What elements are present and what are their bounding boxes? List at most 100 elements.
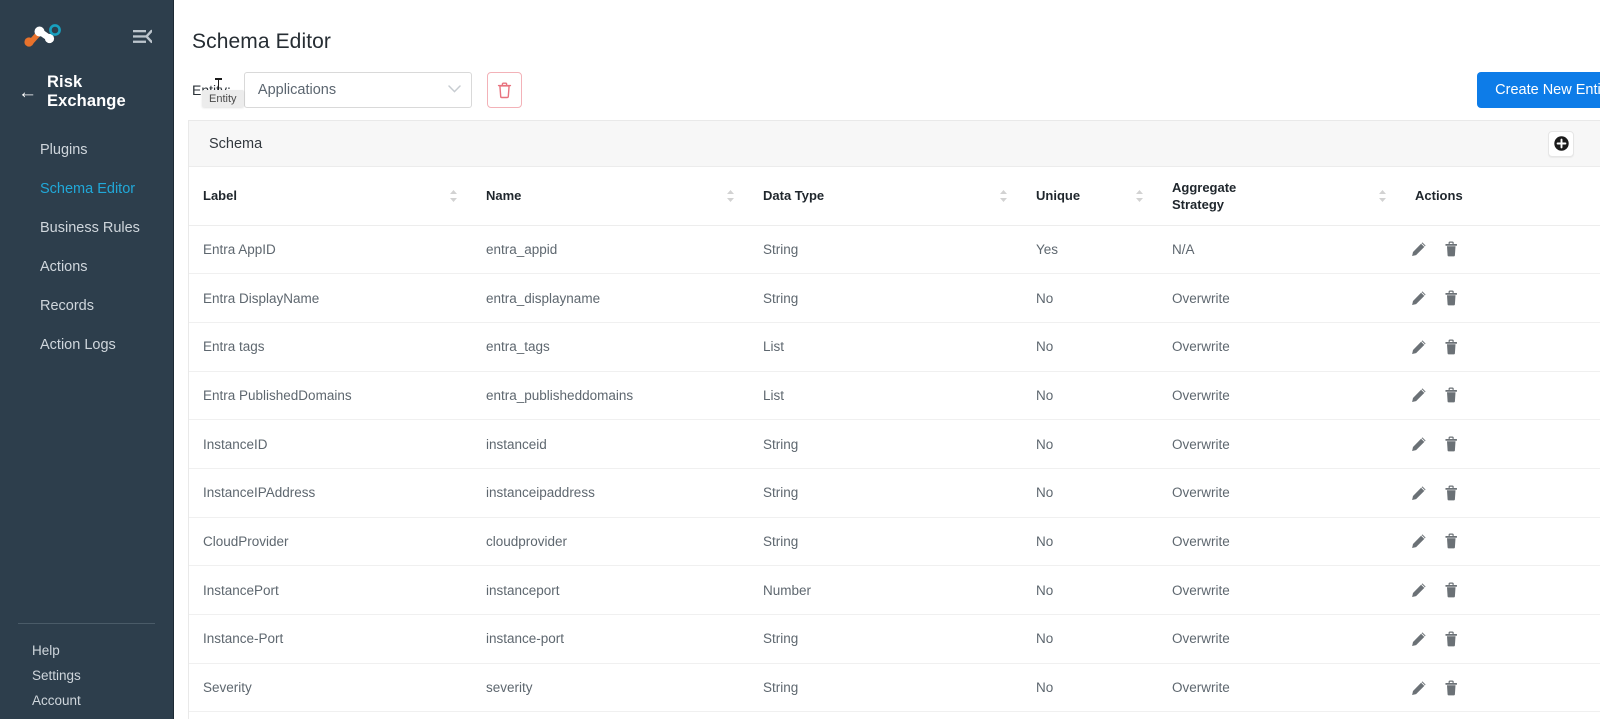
delete-row-button[interactable] <box>1444 631 1459 647</box>
schema-cell-unique: No <box>1022 614 1158 664</box>
main-content: Schema Editor Entity: Applications Ent <box>174 0 1600 719</box>
edit-row-button[interactable] <box>1411 680 1427 696</box>
schema-cell-data-type: String <box>749 419 1022 469</box>
delete-row-button[interactable] <box>1444 436 1459 452</box>
schema-cell-label: Instance-Port <box>189 614 472 664</box>
schema-cell-name: instanceport <box>472 565 749 615</box>
delete-row-button[interactable] <box>1444 387 1459 403</box>
table-row: InstanceID instanceid String No Overwrite <box>189 419 1600 469</box>
delete-row-button[interactable] <box>1444 241 1459 257</box>
schema-cell-actions <box>1401 468 1600 518</box>
sort-icon[interactable] <box>726 189 735 203</box>
sort-icon[interactable] <box>1378 189 1387 203</box>
schema-table-body: Entra AppID entra_appid String Yes N/A Entra … <box>189 225 1600 713</box>
pencil-icon <box>1412 486 1426 500</box>
edit-row-button[interactable] <box>1411 631 1427 647</box>
schema-cell-name: entra_publisheddomains <box>472 371 749 421</box>
pencil-icon <box>1412 534 1426 549</box>
schema-table-head: Label Name Data Type Unique Aggregate St… <box>189 167 1600 226</box>
schema-cell-data-type: String <box>749 273 1022 323</box>
schema-cell-actions <box>1401 565 1600 615</box>
sidebar-item-actions[interactable]: Actions <box>0 247 173 286</box>
sidebar: ← Risk Exchange Plugins Schema Editor Bu… <box>0 0 174 719</box>
schema-cell-aggregate-strategy: Overwrite <box>1158 273 1401 323</box>
column-header-name-text: Name <box>486 188 522 204</box>
schema-cell-unique: No <box>1022 273 1158 323</box>
sidebar-item-action-logs[interactable]: Action Logs <box>0 326 173 365</box>
pencil-icon <box>1412 632 1426 646</box>
trash-icon <box>1445 631 1457 647</box>
trash-icon <box>1445 679 1457 695</box>
schema-cell-actions <box>1401 225 1600 275</box>
sidebar-item-plugins[interactable]: Plugins <box>0 130 173 169</box>
create-new-entity-button[interactable]: Create New Entity <box>1477 72 1600 108</box>
plus-circle-icon <box>1553 136 1569 151</box>
edit-row-button[interactable] <box>1411 241 1427 257</box>
app-logo[interactable] <box>20 23 62 49</box>
column-header-unique-text: Unique <box>1036 188 1081 204</box>
sort-icon[interactable] <box>999 189 1008 203</box>
delete-row-button[interactable] <box>1444 339 1459 355</box>
edit-row-button[interactable] <box>1411 387 1427 403</box>
delete-row-button[interactable] <box>1444 533 1459 549</box>
schema-cell-actions <box>1401 322 1600 372</box>
sidebar-item-account[interactable]: Account <box>0 688 173 713</box>
edit-row-button[interactable] <box>1411 485 1427 501</box>
add-field-button[interactable] <box>1548 130 1574 157</box>
delete-row-button[interactable] <box>1444 582 1459 598</box>
schema-cell-aggregate-strategy: Overwrite <box>1158 371 1401 421</box>
schema-panel-title: Schema <box>209 135 263 152</box>
table-row: Instance-Port instance-port String No Overwr… <box>189 614 1600 664</box>
edit-row-button[interactable] <box>1411 436 1427 452</box>
schema-cell-aggregate-strategy: Overwrite <box>1158 614 1401 664</box>
delete-row-button[interactable] <box>1444 290 1459 306</box>
sort-icon[interactable] <box>1135 189 1144 203</box>
edit-row-button[interactable] <box>1411 533 1427 549</box>
schema-panel: Schema Label Name Data Type Unique Aggre… <box>188 120 1600 719</box>
edit-row-button[interactable] <box>1411 339 1427 355</box>
schema-cell-data-type: List <box>749 371 1022 421</box>
schema-cell-data-type: String <box>749 663 1022 713</box>
schema-cell-actions <box>1401 614 1600 664</box>
schema-cell-label: Severity <box>189 663 472 713</box>
table-row: InstancePort instanceport Number No Overwrit… <box>189 565 1600 615</box>
delete-row-button[interactable] <box>1444 679 1459 696</box>
edit-row-button[interactable] <box>1411 290 1427 306</box>
schema-panel-header: Schema <box>189 121 1600 167</box>
schema-cell-name: cloudprovider <box>472 517 749 567</box>
column-header-name[interactable]: Name <box>472 167 749 226</box>
schema-cell-unique: No <box>1022 468 1158 518</box>
sidebar-item-records[interactable]: Records <box>0 287 173 326</box>
sort-icon[interactable] <box>449 189 458 203</box>
molecule-logo-icon <box>24 24 61 47</box>
workspace-back-link[interactable]: ← Risk Exchange <box>0 72 173 112</box>
schema-cell-label: Entra AppID <box>189 225 472 275</box>
schema-cell-unique: No <box>1022 419 1158 469</box>
sidebar-item-settings[interactable]: Settings <box>0 663 173 688</box>
back-arrow-icon: ← <box>18 81 37 103</box>
column-header-label-text: Label <box>203 188 237 204</box>
delete-row-button[interactable] <box>1444 485 1459 501</box>
schema-cell-aggregate-strategy: Overwrite <box>1158 468 1401 518</box>
schema-cell-aggregate-strategy: Overwrite <box>1158 663 1401 713</box>
sidebar-item-schema-editor[interactable]: Schema Editor <box>0 169 173 208</box>
schema-cell-name: entra_displayname <box>472 273 749 323</box>
column-header-data-type[interactable]: Data Type <box>749 167 1022 226</box>
pencil-icon <box>1412 291 1426 306</box>
entity-tooltip: Entity <box>202 90 244 107</box>
edit-row-button[interactable] <box>1411 582 1427 598</box>
entity-select[interactable]: Applications <box>243 72 472 108</box>
schema-cell-aggregate-strategy: Overwrite <box>1158 322 1401 372</box>
column-header-label[interactable]: Label <box>189 167 472 226</box>
menu-collapse-icon[interactable] <box>129 23 155 49</box>
schema-cell-label: InstancePort <box>189 565 472 615</box>
table-row: CloudProvider cloudprovider String No Overwr… <box>189 517 1600 567</box>
sidebar-item-help[interactable]: Help <box>0 638 173 663</box>
schema-cell-name: severity <box>472 663 749 713</box>
sidebar-item-business-rules[interactable]: Business Rules <box>0 208 173 247</box>
schema-cell-unique: No <box>1022 663 1158 713</box>
column-header-unique[interactable]: Unique <box>1022 167 1158 226</box>
delete-entity-button[interactable] <box>486 72 522 108</box>
column-header-aggregate-strategy[interactable]: Aggregate Strategy <box>1158 167 1401 226</box>
pencil-icon <box>1412 388 1426 403</box>
